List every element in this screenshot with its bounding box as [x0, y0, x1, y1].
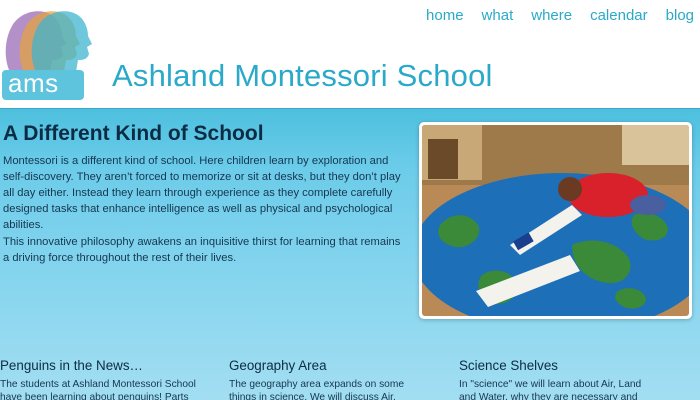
intro-paragraph-2: This innovative philosophy awakens an in… [3, 236, 401, 264]
column-title-penguins[interactable]: Penguins in the News… [0, 358, 143, 373]
nav-calendar[interactable]: calendar [578, 6, 654, 28]
site-header: ams Ashland Montessori School home what … [0, 0, 700, 108]
nav-what[interactable]: what [470, 6, 520, 28]
nav-where[interactable]: where [519, 6, 578, 28]
intro-heading: A Different Kind of School [3, 122, 264, 145]
column-text-geography: The geography area expands on some thing… [229, 379, 405, 400]
column-title-science[interactable]: Science Shelves [459, 358, 558, 373]
main-nav: home what where calendar blog [426, 6, 700, 28]
column-title-geography[interactable]: Geography Area [229, 358, 327, 373]
column-text-science: In "science" we will learn about Air, La… [459, 379, 642, 400]
classroom-photo [419, 122, 692, 319]
nav-blog[interactable]: blog [654, 6, 700, 28]
intro-paragraph-1: Montessori is a different kind of school… [3, 155, 401, 231]
school-name: Ashland Montessori School [112, 58, 493, 93]
logo-text: ams [8, 68, 59, 98]
column-text-penguins: The students at Ashland Montessori Schoo… [0, 379, 196, 400]
ams-logo[interactable]: ams [0, 0, 104, 102]
children-silhouette-icon [5, 11, 92, 73]
nav-home[interactable]: home [426, 6, 470, 28]
